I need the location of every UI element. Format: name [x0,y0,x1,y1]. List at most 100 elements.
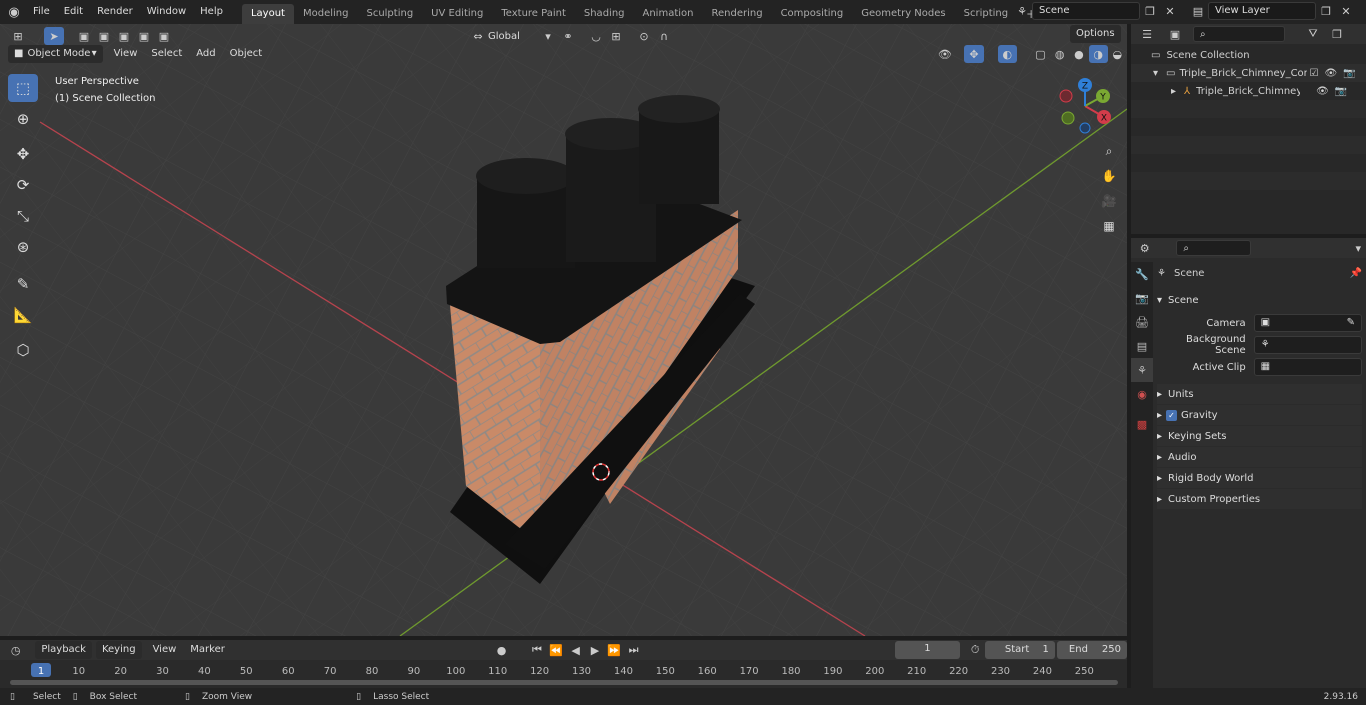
shading-rendered-icon[interactable]: ◒ [1108,45,1127,63]
rotate-tool-icon[interactable]: ⟳ [8,171,38,199]
menu-help[interactable]: Help [193,2,230,22]
timeline-menu-keying[interactable]: Keying [95,641,142,659]
outliner-row-scene-collection[interactable]: ▭ Scene Collection [1131,46,1366,64]
timeline-menu-view[interactable]: View [146,640,184,660]
scene-name-field[interactable]: Scene [1032,2,1140,20]
include-checkbox-icon[interactable]: ☑ [1309,68,1318,79]
visibility-icon[interactable]: 👁 [935,45,954,63]
keying-sets-section[interactable]: ▸ Keying Sets [1157,426,1362,446]
shading-material-icon[interactable]: ◑ [1088,45,1108,63]
tab-sculpting[interactable]: Sculpting [357,4,422,24]
render-tab-icon[interactable]: 📷 [1131,286,1153,310]
measure-tool-icon[interactable]: 📐 [8,301,38,329]
zoom-icon[interactable]: ⌕ [1098,140,1120,162]
orientation-icon[interactable]: ⇔ [468,27,488,45]
tool-tab-icon[interactable]: 🔧 [1131,262,1153,286]
options-button[interactable]: Options [1070,25,1121,43]
view-layer-field[interactable]: View Layer [1208,2,1316,20]
units-section[interactable]: ▸ Units [1157,384,1362,404]
play-reverse-icon[interactable]: ◀ [566,641,585,659]
scene-panel-header[interactable]: ▾ Scene [1157,290,1362,310]
cursor-tool-icon[interactable]: ⊕ [8,105,38,133]
tab-animation[interactable]: Animation [634,4,703,24]
tab-texture-paint[interactable]: Texture Paint [492,4,575,24]
eyedropper-icon[interactable]: ✎ [1347,315,1355,331]
tab-layout[interactable]: Layout [241,4,294,24]
tab-geometry-nodes[interactable]: Geometry Nodes [852,4,954,24]
transform-tool-icon[interactable]: ⊛ [8,233,38,261]
timeline-scrollbar[interactable] [10,680,1118,685]
camera-render-icon[interactable]: 📷 [1343,68,1355,79]
timeline-menu-playback[interactable]: Playback [35,641,92,659]
outliner-row-object[interactable]: ▸ ⅄ Triple_Brick_Chimney_Cc 👁 📷 [1131,82,1366,100]
rigid-body-world-section[interactable]: ▸ Rigid Body World [1157,468,1362,488]
scene-tab-icon[interactable]: ⚘ [1131,358,1153,382]
select-mode-icon[interactable]: ➤ [44,27,64,45]
select-subtract-icon[interactable]: ▣ [114,27,134,45]
properties-options-icon[interactable]: ▾ [1351,239,1366,257]
start-frame-field[interactable]: Start 1 [984,641,1055,659]
object-mode-select[interactable]: ■ Object Mode ▾ [8,45,103,63]
visibility-eye-icon[interactable]: 👁 [1324,68,1337,79]
menu-window[interactable]: Window [140,2,193,22]
navigation-gizmo[interactable]: X Y Z [1055,76,1115,136]
expand-down-icon[interactable]: ▾ [1153,68,1158,79]
viewport-menu-object[interactable]: Object [223,44,270,64]
perspective-toggle-icon[interactable]: ▦ [1098,215,1120,237]
current-frame-field[interactable]: 1 [895,641,960,659]
new-scene-icon[interactable]: ❐ [1140,2,1160,20]
annotate-tool-icon[interactable]: ✎ [8,270,38,298]
auto-key-icon[interactable]: ● [492,641,511,659]
camera-render-icon[interactable]: 📷 [1335,86,1347,97]
next-keyframe-icon[interactable]: ⏩ [605,641,624,659]
gravity-checkbox[interactable]: ✓ [1166,409,1178,421]
xray-icon[interactable]: ▢ [1031,45,1050,63]
texture-tab-icon[interactable]: ▩ [1131,412,1153,436]
properties-search-input[interactable]: ⌕ [1176,240,1251,256]
view-layer-tab-icon[interactable]: ▤ [1131,334,1153,358]
filter-icon[interactable]: ⛛ [1303,25,1323,43]
outliner-editor-icon[interactable]: ☰ [1137,25,1157,43]
select-invert-icon[interactable]: ▣ [134,27,154,45]
play-icon[interactable]: ▶ [585,641,604,659]
background-scene-field[interactable]: ⚘ [1253,336,1362,354]
gizmo-toggle-icon[interactable]: ✥ [964,45,984,63]
menu-edit[interactable]: Edit [57,2,90,22]
world-tab-icon[interactable]: ◉ [1131,382,1153,406]
shading-solid-icon[interactable]: ● [1069,45,1088,63]
select-extend-icon[interactable]: ▣ [94,27,114,45]
new-collection-icon[interactable]: ❐ [1327,25,1347,43]
outliner-search-input[interactable]: ⌕ [1193,26,1285,42]
jump-end-icon[interactable]: ⏭ [624,641,643,659]
tab-scripting[interactable]: Scripting [955,4,1017,24]
select-intersect-icon[interactable]: ▣ [154,27,174,45]
tab-shading[interactable]: Shading [575,4,634,24]
tab-uv-editing[interactable]: UV Editing [422,4,492,24]
add-cube-tool-icon[interactable]: ⬡ [8,336,38,364]
shading-wireframe-icon[interactable]: ◍ [1050,45,1069,63]
outliner-row-collection[interactable]: ▾ ▭ Triple_Brick_Chimney_Corner ☑ 👁 📷 [1131,64,1366,82]
falloff-icon[interactable]: ∩ [654,27,674,45]
overlay-toggle-icon[interactable]: ◐ [997,45,1017,63]
timeline-menu-marker[interactable]: Marker [183,640,232,660]
end-frame-field[interactable]: End 250 [1056,641,1127,659]
snap-target-icon[interactable]: ⊞ [606,27,626,45]
jump-start-icon[interactable]: ⏮ [527,641,546,659]
viewport-menu-add[interactable]: Add [189,44,222,64]
expand-right-icon[interactable]: ▸ [1171,86,1176,97]
display-mode-icon[interactable]: ▣ [1165,25,1185,43]
custom-properties-section[interactable]: ▸ Custom Properties [1157,489,1362,509]
viewport-menu-view[interactable]: View [107,44,145,64]
proportional-edit-icon[interactable]: ⊙ [634,27,654,45]
prev-keyframe-icon[interactable]: ⏪ [547,641,566,659]
camera-field[interactable]: ▣ ✎ [1253,314,1362,332]
timeline-editor-icon[interactable]: ◷ [6,641,25,659]
tab-rendering[interactable]: Rendering [702,4,771,24]
active-clip-field[interactable]: ▦ [1253,358,1362,376]
pan-hand-icon[interactable]: ✋ [1098,165,1120,187]
view-layer-icon[interactable]: ▤ [1188,2,1208,20]
scene-icon[interactable]: ⚘ [1012,2,1032,20]
move-tool-icon[interactable]: ✥ [8,140,38,168]
menu-file[interactable]: File [26,2,57,22]
blender-logo-icon[interactable]: ◉ [4,3,24,21]
